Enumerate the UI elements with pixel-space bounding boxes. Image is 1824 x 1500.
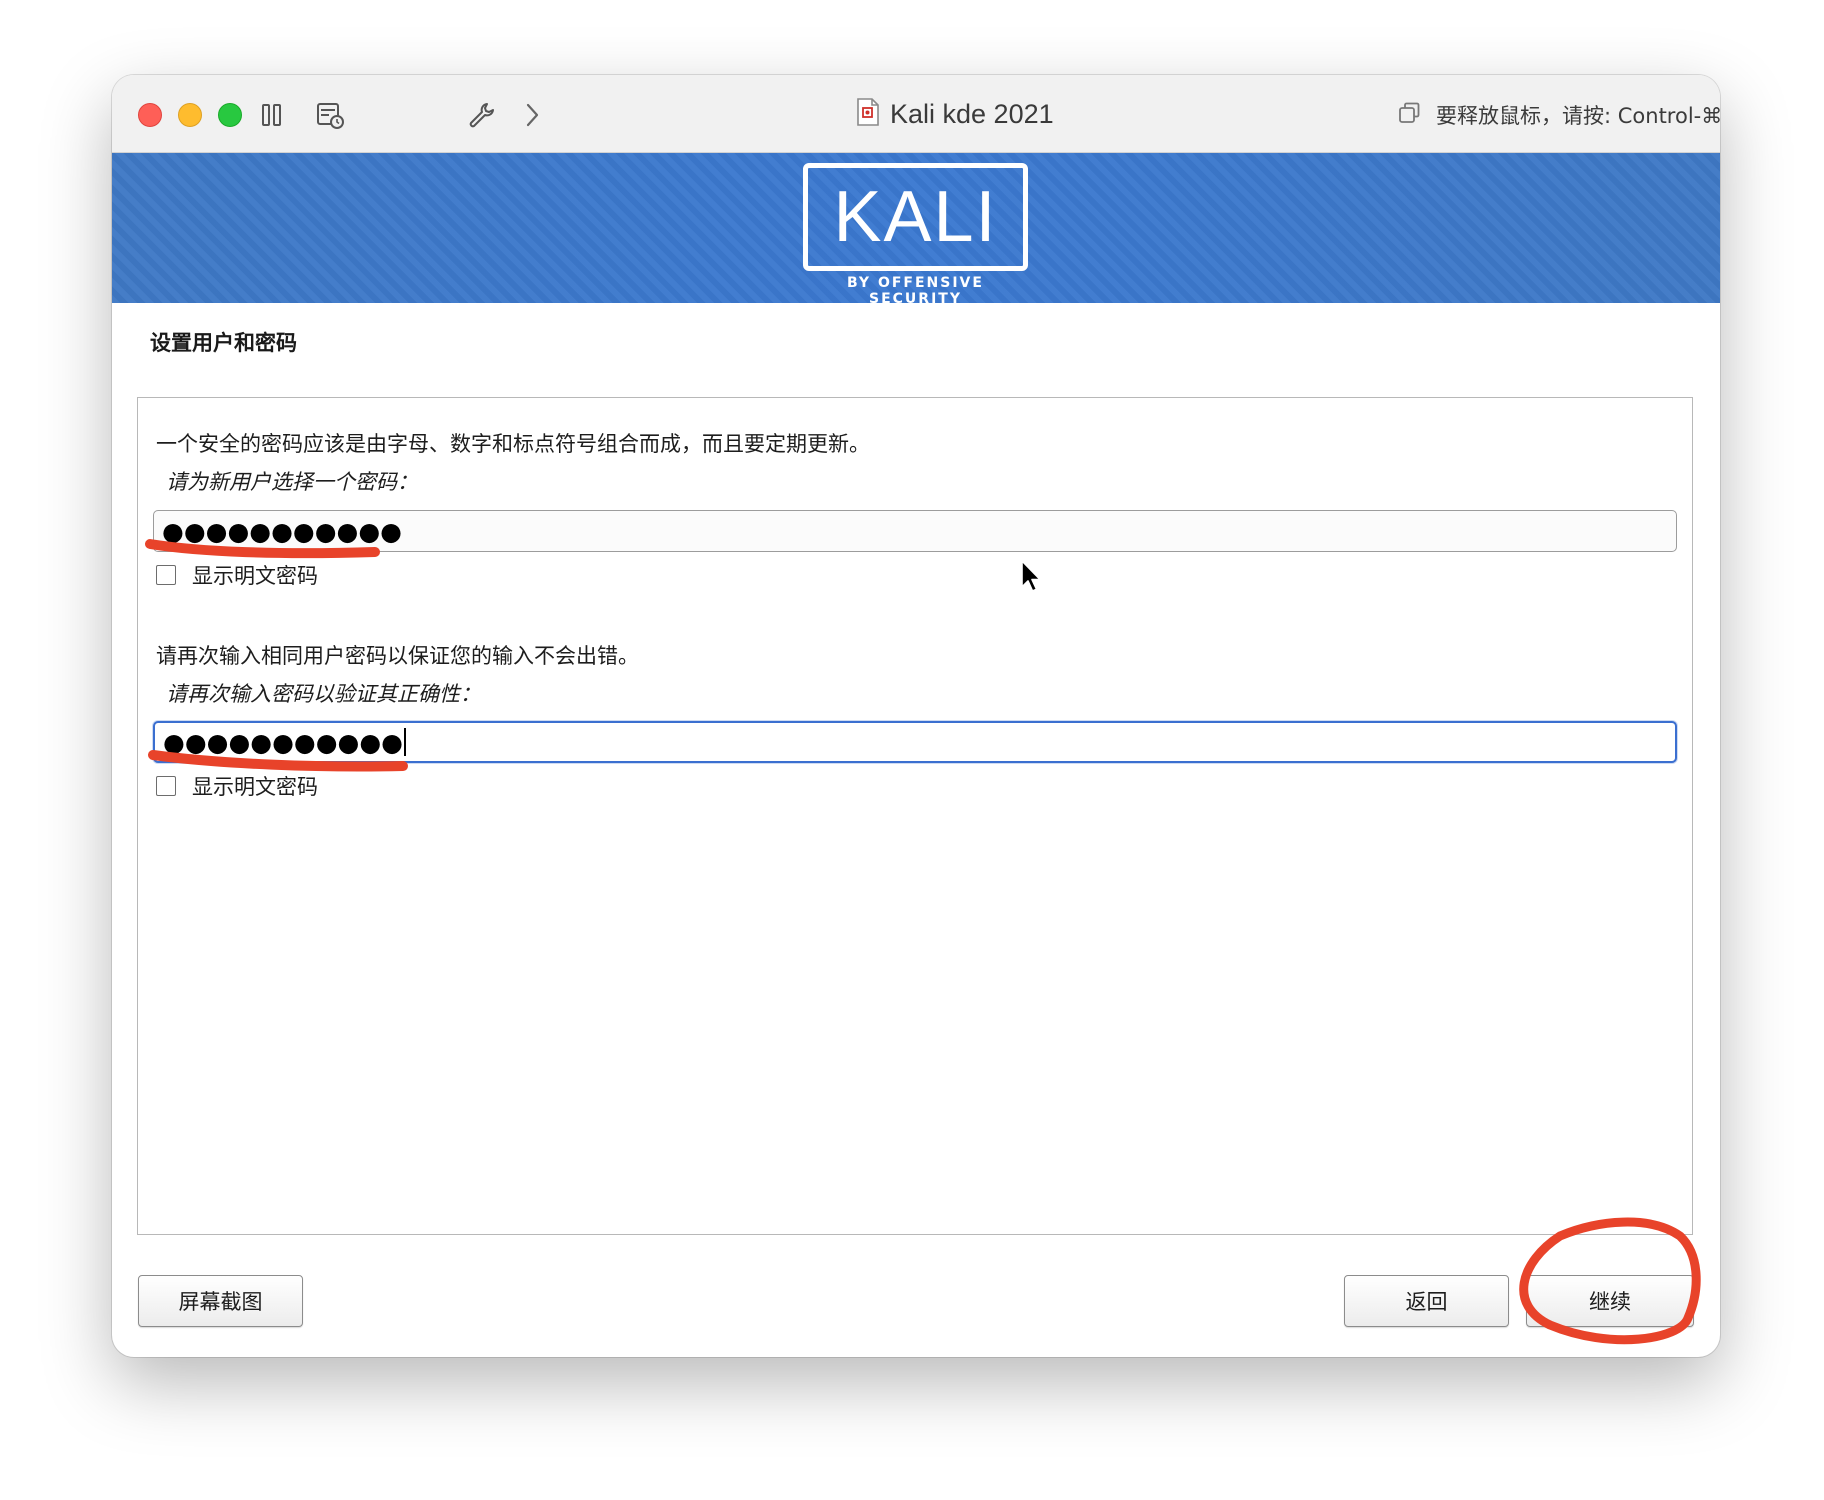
mouse-release-hint: 要释放鼠标，请按: Control-⌘ [1396,97,1720,133]
continue-button[interactable]: 继续 [1526,1275,1694,1327]
vm-document-icon [856,97,880,131]
show-password-label-2: 显示明文密码 [192,775,318,799]
screenshot-button[interactable]: 屏幕截图 [138,1275,303,1327]
screen: Kali kde 2021 要释放鼠标，请按: Control-⌘ KALI B… [0,0,1824,1500]
confirm-prompt-label: 请再次输入密码以验证其正确性： [166,682,481,706]
windows-copy-icon[interactable] [1396,100,1422,131]
kali-logo-text: KALI [833,177,998,257]
form-panel: 一个安全的密码应该是由字母、数字和标点符号组合而成，而且要定期更新。 请为新用户… [137,397,1693,1235]
snapshot-icon[interactable] [310,95,350,135]
mouse-release-hint-text: 要释放鼠标，请按: Control-⌘ [1436,104,1720,128]
vm-window: Kali kde 2021 要释放鼠标，请按: Control-⌘ KALI B… [112,75,1720,1357]
back-button[interactable]: 返回 [1344,1275,1509,1327]
show-password-label-1: 显示明文密码 [192,564,318,588]
show-password-checkbox-2[interactable] [156,776,176,796]
show-password-toggle-2[interactable]: 显示明文密码 [156,771,318,801]
confirm-password-input-value: ●●●●●●●●●●● [163,727,403,757]
pause-icon[interactable] [252,95,292,135]
close-window-button[interactable] [138,103,162,127]
confirm-password-input[interactable]: ●●●●●●●●●●● [153,721,1677,763]
chevron-right-icon[interactable] [512,95,552,135]
password-intro-text: 一个安全的密码应该是由字母、数字和标点符号组合而成，而且要定期更新。 [156,432,870,456]
page-title: 设置用户和密码 [150,331,297,355]
window-title-text: Kali kde 2021 [890,98,1054,129]
wrench-icon[interactable] [462,95,502,135]
confirm-intro-text: 请再次输入相同用户密码以保证您的输入不会出错。 [156,644,639,668]
show-password-toggle-1[interactable]: 显示明文密码 [156,560,318,590]
mouse-cursor-icon [1021,560,1041,592]
password-prompt-label: 请为新用户选择一个密码： [166,470,418,494]
password-input-value: ●●●●●●●●●●● [162,516,402,546]
show-password-checkbox-1[interactable] [156,565,176,585]
kali-logo: KALI [803,163,1028,271]
minimize-window-button[interactable] [178,103,202,127]
window-title: Kali kde 2021 [856,93,1054,135]
kali-logo-subtitle: BY OFFENSIVE SECURITY [847,275,984,307]
kali-banner: KALI BY OFFENSIVE SECURITY [112,153,1720,307]
zoom-window-button[interactable] [218,103,242,127]
text-caret [403,728,406,756]
title-bar: Kali kde 2021 要释放鼠标，请按: Control-⌘ [112,75,1720,153]
password-input[interactable]: ●●●●●●●●●●● [153,510,1677,552]
